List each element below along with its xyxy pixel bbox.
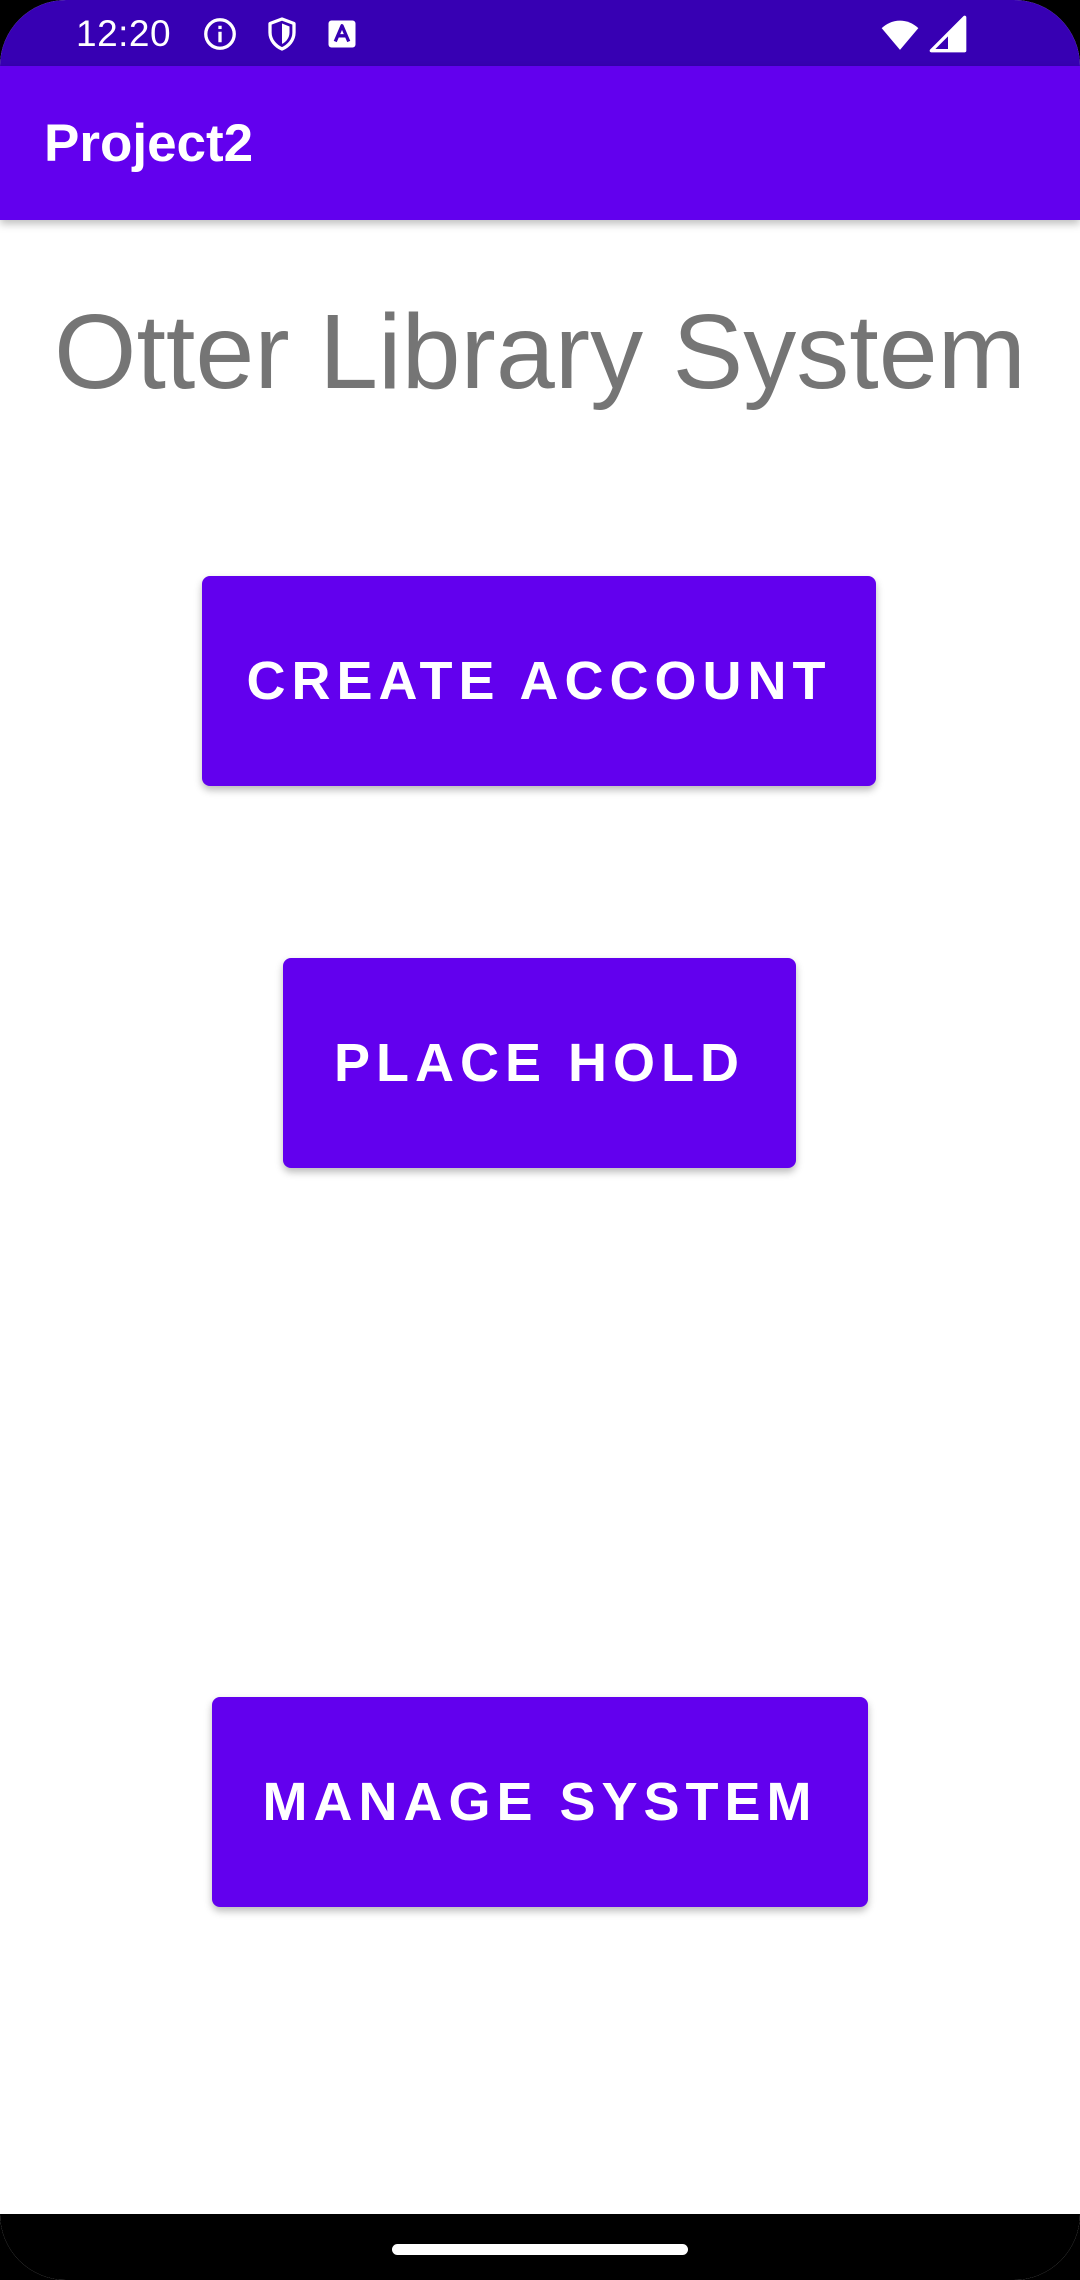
shield-icon <box>264 16 300 52</box>
gesture-handle[interactable] <box>392 2244 688 2255</box>
status-bar: 12:20 <box>0 0 1080 66</box>
cellular-signal-icon <box>928 14 968 54</box>
app-title: Project2 <box>44 114 254 173</box>
manage-system-button[interactable]: MANAGE SYSTEM <box>212 1697 868 1907</box>
phone-screen: 12:20 Project2 Otter Library System CREA… <box>0 0 1080 2280</box>
font-icon <box>324 16 360 52</box>
status-time: 12:20 <box>76 13 172 54</box>
place-hold-button[interactable]: PLACE HOLD <box>283 958 796 1168</box>
app-bar: Project2 <box>0 66 1080 220</box>
info-icon <box>202 16 238 52</box>
wifi-icon <box>880 14 920 54</box>
create-account-button[interactable]: CREATE ACCOUNT <box>202 576 876 786</box>
page-title: Otter Library System <box>54 293 1026 411</box>
navigation-bar <box>0 2214 1080 2280</box>
